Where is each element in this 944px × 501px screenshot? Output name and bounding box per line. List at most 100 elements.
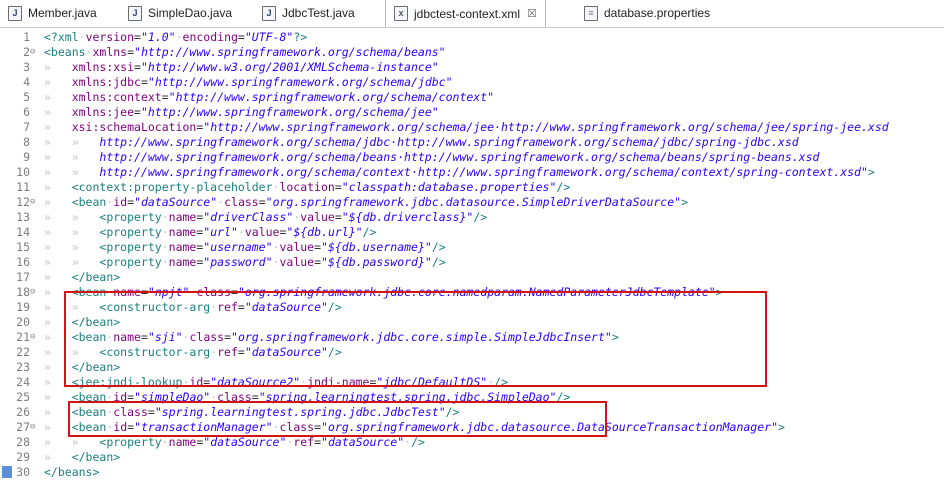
code-token-attr: xmlns:xsi <box>71 60 135 74</box>
fold-toggle-icon[interactable]: ⊖ <box>30 285 40 300</box>
code-line: 9 » » http://www.springframework.org/sche… <box>0 150 944 165</box>
code-token-val: "dataSource" <box>203 435 287 449</box>
line-number: 11 <box>16 180 30 194</box>
code-token-ws: · <box>237 225 245 239</box>
code-token-tag: <?xml <box>44 30 79 44</box>
code-token-plain: = <box>314 240 322 254</box>
line-number: 24 <box>16 375 30 389</box>
line-number: 22 <box>16 345 30 359</box>
code-token-plain: = <box>134 30 141 44</box>
line-number: 10 <box>16 165 30 179</box>
line-number: 14 <box>16 225 30 239</box>
tab-simpledao-java[interactable]: J SimpleDao.java <box>128 0 232 26</box>
code-token-attr: encoding <box>182 30 238 44</box>
code-token-val: "username" <box>203 240 273 254</box>
line-number: 23 <box>16 360 30 374</box>
code-token-val: "http://www.springframework.org/schema/j… <box>203 120 889 134</box>
code-text: » </bean> <box>44 270 120 285</box>
code-token-attr: name <box>168 210 197 224</box>
code-token-val: "password" <box>203 255 273 269</box>
highlight-box-dao-beans <box>68 401 607 437</box>
line-number: 2 <box>23 45 30 59</box>
code-text: » <context:property-placeholder·location… <box>44 180 570 195</box>
fold-toggle-icon[interactable]: ⊖ <box>30 330 40 345</box>
code-text: </beans> <box>44 465 99 480</box>
tab-label: SimpleDao.java <box>148 6 233 20</box>
line-number: 1 <box>23 30 30 44</box>
code-token-tag: </bean> <box>71 450 121 464</box>
code-token-ws: » » <box>44 150 100 164</box>
tab-label: jdbctest-context.xml <box>414 6 521 21</box>
code-token-attr: xmlns <box>92 45 128 59</box>
code-token-val: "url" <box>203 225 238 239</box>
code-line: 4 » xmlns:jdbc="http://www.springframewor… <box>0 75 944 90</box>
close-tab-icon[interactable]: ☒ <box>527 7 537 20</box>
line-number: 27 <box>16 420 30 434</box>
line-number: 3 <box>23 60 30 74</box>
code-token-plain: = <box>314 435 322 449</box>
code-token-tag: <bean <box>71 195 107 209</box>
line-number: 25 <box>16 390 30 404</box>
line-number: 5 <box>23 90 30 104</box>
code-token-val: "1.0" <box>140 30 176 44</box>
code-line: 28» » <property·name="dataSource"·ref="d… <box>0 435 944 450</box>
editor-tab-bar: J Member.java J SimpleDao.java J JdbcTes… <box>0 0 944 28</box>
code-token-val: http://www.springframework.org/schema/be… <box>99 150 820 164</box>
tab-member-java[interactable]: J Member.java <box>8 0 97 26</box>
code-token-plain: = <box>237 30 245 44</box>
code-line: 7 » xsi:schemaLocation="http://www.spring… <box>0 120 944 135</box>
xml-file-icon: x <box>394 6 408 21</box>
code-token-ws: » » <box>44 165 100 179</box>
code-token-tag: <property <box>99 210 162 224</box>
fold-toggle-icon[interactable]: ⊖ <box>30 45 40 60</box>
line-number: 19 <box>16 300 30 314</box>
code-token-attr: name <box>168 255 197 269</box>
line-number: 18 <box>16 285 30 299</box>
code-token-attr: ref <box>293 435 315 449</box>
code-line: 30 </beans> <box>0 465 944 480</box>
line-number: 8 <box>23 135 30 149</box>
line-number: 21 <box>16 330 30 344</box>
code-token-val: "http://www.springframework.org/schema/c… <box>168 90 495 104</box>
code-text: » xmlns:xsi="http://www.w3.org/2001/XMLS… <box>44 60 439 75</box>
code-token-attr: location <box>279 180 335 194</box>
code-token-plain: = <box>140 75 148 89</box>
code-line: 1 <?xml·version="1.0"·encoding="UTF-8"?> <box>0 30 944 45</box>
tab-jdbctest-context-xml[interactable]: x jdbctest-context.xml ☒ <box>385 0 546 27</box>
code-text: » » http://www.springframework.org/schem… <box>44 165 875 180</box>
code-token-tag: </bean> <box>71 270 121 284</box>
code-token-plain: = <box>134 60 141 74</box>
code-token-attr: version <box>85 30 135 44</box>
code-token-val: "UTF-8" <box>244 30 294 44</box>
tab-label: JdbcTest.java <box>282 6 355 20</box>
code-token-val: "driverClass" <box>203 210 294 224</box>
code-text: » </bean> <box>44 450 120 465</box>
code-token-attr: value <box>244 225 280 239</box>
code-text: » xmlns:context="http://www.springframew… <box>44 90 494 105</box>
tab-database-properties[interactable]: ≡ database.properties <box>584 0 710 26</box>
line-number: 20 <box>16 315 30 329</box>
code-token-plain: = <box>314 255 322 269</box>
code-token-plain: = <box>334 180 342 194</box>
code-line: 5 » xmlns:context="http://www.springframe… <box>0 90 944 105</box>
code-line: 2 ⊖ <beans·xmlns="http://www.springframewo… <box>0 45 944 60</box>
code-token-ws: · <box>161 255 169 269</box>
code-token-attr: xmlns:jee <box>71 105 135 119</box>
code-token-ws: » <box>44 105 72 119</box>
code-token-tag: /> <box>362 225 377 239</box>
fold-toggle-icon[interactable]: ⊖ <box>30 420 40 435</box>
code-line: 29 » </bean> <box>0 450 944 465</box>
tab-label: database.properties <box>604 6 711 20</box>
code-token-tag: /> <box>431 240 446 254</box>
code-token-attr: value <box>279 240 315 254</box>
code-token-val: "${db.driverclass}" <box>341 210 474 224</box>
tab-label: Member.java <box>28 6 97 20</box>
fold-toggle-icon[interactable]: ⊖ <box>30 195 40 210</box>
code-token-ws: » » <box>44 435 100 449</box>
code-token-attr: name <box>168 225 197 239</box>
code-line: 16» » <property·name="password"·value="$… <box>0 255 944 270</box>
code-token-plain: = <box>334 210 342 224</box>
code-token-ws: » <box>44 120 72 134</box>
tab-jdbctest-java[interactable]: J JdbcTest.java <box>262 0 355 26</box>
code-token-val: "http://www.springframework.org/schema/b… <box>134 45 446 59</box>
